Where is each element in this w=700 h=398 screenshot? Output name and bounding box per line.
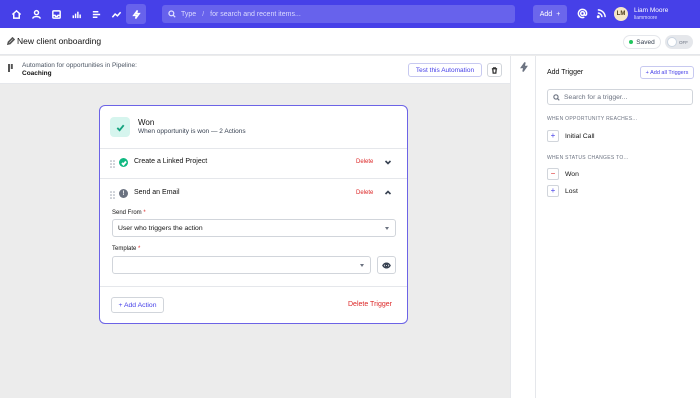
template-label-text: Template <box>112 246 137 252</box>
section-heading: WHEN OPPORTUNITY REACHES... <box>547 116 638 122</box>
test-automation-button[interactable]: Test this Automation <box>408 63 482 77</box>
section-heading: WHEN STATUS CHANGES TO... <box>547 155 629 161</box>
search-label: Type <box>181 10 197 18</box>
search-icon <box>168 10 176 18</box>
panel-title: Add Trigger <box>547 69 584 76</box>
pencil-icon[interactable] <box>6 36 16 46</box>
global-search-input[interactable]: Type / for search and recent items... <box>162 5 515 23</box>
add-all-triggers-button[interactable]: + Add all Triggers <box>640 66 694 79</box>
saved-label: Saved <box>636 38 655 46</box>
chevron-up-icon[interactable] <box>384 189 392 197</box>
add-action-button[interactable]: + Add Action <box>111 297 164 313</box>
template-select[interactable] <box>112 256 371 274</box>
trigger-search-placeholder: Search for a trigger... <box>564 93 628 101</box>
trigger-item-lost[interactable]: + Lost <box>547 185 578 197</box>
trigger-header[interactable]: Won When opportunity is won — 2 Actions <box>100 106 407 149</box>
trigger-footer: + Add Action Delete Trigger <box>100 286 407 323</box>
action-row[interactable]: ! Send an Email Delete <box>100 180 407 210</box>
top-nav: Type / for search and recent items... Ad… <box>0 0 700 28</box>
user-icon[interactable] <box>26 4 46 24</box>
preview-template-button[interactable] <box>377 256 396 274</box>
pipeline-icon <box>8 64 15 72</box>
trigger-item-won[interactable]: − Won <box>547 168 579 180</box>
add-button[interactable]: Add + <box>533 5 567 23</box>
caret-down-icon <box>385 227 389 230</box>
add-trigger-panel: Add Trigger + Add all Triggers Search fo… <box>536 56 700 398</box>
panel-divider <box>510 56 536 398</box>
search-slash: / <box>202 10 205 18</box>
delete-action-link[interactable]: Delete <box>356 190 373 196</box>
send-from-value: User who triggers the action <box>118 224 203 232</box>
saved-status-badge: Saved <box>623 35 661 49</box>
feed-icon[interactable] <box>596 8 607 19</box>
trigger-title: Won <box>138 118 155 127</box>
user-name[interactable]: Liam Moore <box>634 7 668 14</box>
list-icon[interactable] <box>86 4 106 24</box>
plus-icon[interactable]: + <box>547 185 559 197</box>
trigger-search-input[interactable]: Search for a trigger... <box>547 89 693 105</box>
toggle-label: OFF <box>679 39 688 45</box>
check-circle-icon <box>119 158 128 167</box>
template-label: Template * <box>112 246 141 252</box>
plus-icon: + <box>556 10 561 18</box>
chart-icon[interactable] <box>66 4 86 24</box>
check-icon <box>110 117 130 137</box>
user-handle: liammoore <box>634 15 658 21</box>
delete-automation-button[interactable] <box>487 63 502 77</box>
page-title[interactable]: New client onboarding <box>17 36 101 46</box>
minus-icon[interactable]: − <box>547 168 559 180</box>
inbox-icon[interactable] <box>46 4 66 24</box>
trash-icon <box>491 66 498 74</box>
trigger-item-initial-call[interactable]: + Initial Call <box>547 130 594 142</box>
pipeline-subheader: Automation for opportunities in Pipeline… <box>0 56 510 84</box>
info-circle-icon: ! <box>119 189 128 198</box>
trigger-card: Won When opportunity is won — 2 Actions … <box>99 105 408 324</box>
trend-icon[interactable] <box>106 4 126 24</box>
pipeline-name: Coaching <box>22 70 52 77</box>
avatar[interactable]: LM <box>614 7 628 21</box>
eye-icon <box>382 261 391 269</box>
caret-down-icon <box>360 264 364 267</box>
bolt-icon[interactable] <box>126 4 146 24</box>
drag-handle-icon[interactable] <box>110 160 115 168</box>
saved-dot-icon <box>629 40 634 44</box>
action-label: Send an Email <box>134 189 180 196</box>
search-hint: for search and recent items... <box>210 10 301 18</box>
toggle-knob <box>667 37 677 47</box>
action-label: Create a Linked Project <box>134 158 208 165</box>
trigger-item-label: Lost <box>565 187 578 195</box>
automation-toggle[interactable]: OFF <box>665 35 693 49</box>
home-icon[interactable] <box>6 4 26 24</box>
send-from-select[interactable]: User who triggers the action <box>112 219 396 237</box>
at-icon[interactable] <box>577 8 588 19</box>
plus-icon[interactable]: + <box>547 130 559 142</box>
chevron-down-icon[interactable] <box>384 158 392 166</box>
trigger-item-label: Initial Call <box>565 132 595 140</box>
trigger-subtitle: When opportunity is won — 2 Actions <box>138 128 246 135</box>
action-row[interactable]: Create a Linked Project Delete <box>100 149 407 179</box>
send-from-label: Send From * <box>112 210 146 216</box>
drag-handle-icon[interactable] <box>110 191 115 199</box>
trigger-item-label: Won <box>565 170 579 178</box>
search-icon <box>553 93 560 101</box>
bolt-icon[interactable] <box>519 62 529 72</box>
delete-action-link[interactable]: Delete <box>356 159 373 165</box>
add-button-label: Add <box>539 10 553 18</box>
automation-header: New client onboarding Saved OFF <box>0 28 700 55</box>
pipeline-caption: Automation for opportunities in Pipeline… <box>22 62 137 69</box>
send-from-label-text: Send From <box>112 210 142 216</box>
nav-icon-group <box>0 4 146 24</box>
delete-trigger-link[interactable]: Delete Trigger <box>348 301 392 308</box>
